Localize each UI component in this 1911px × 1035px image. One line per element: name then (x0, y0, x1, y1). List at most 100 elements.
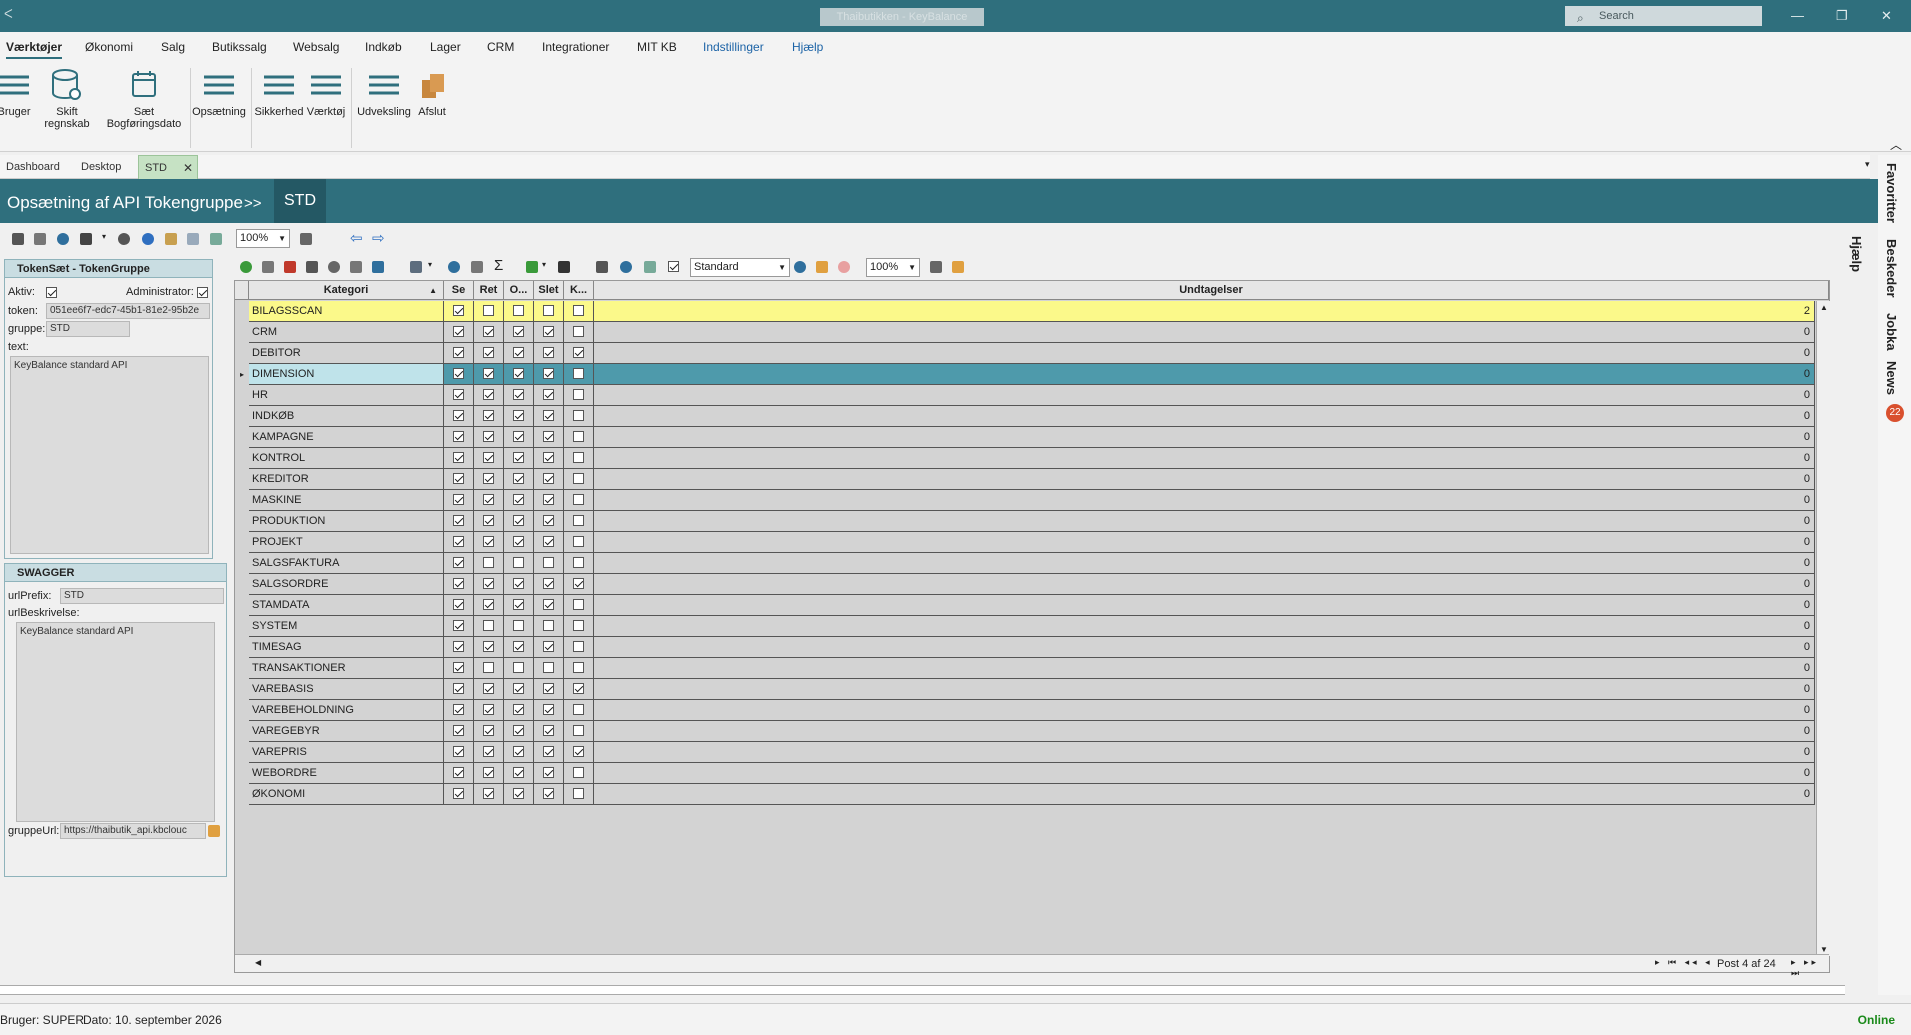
cell-o[interactable] (504, 679, 534, 700)
cell-o[interactable] (504, 322, 534, 343)
cell-ret[interactable] (474, 490, 504, 511)
cell-undtagelser[interactable]: 0 (594, 343, 1815, 364)
table-row[interactable]: TRANSAKTIONER 0 (235, 658, 1829, 679)
column-header-se[interactable]: Se (444, 281, 474, 300)
column-header-ret[interactable]: Ret (474, 281, 504, 300)
se-checkbox[interactable] (453, 326, 464, 337)
cell-slet[interactable] (534, 343, 564, 364)
cell-o[interactable] (504, 700, 534, 721)
bruger-button[interactable]: Bruger (0, 68, 34, 118)
cell-slet[interactable] (534, 784, 564, 805)
kk-checkbox[interactable] (573, 641, 584, 652)
cell-o[interactable] (504, 637, 534, 658)
remove-layout-icon[interactable] (838, 261, 850, 273)
cell-undtagelser[interactable]: 0 (594, 721, 1815, 742)
cell-se[interactable] (444, 406, 474, 427)
cell-se[interactable] (444, 385, 474, 406)
urlbeskrivelse-area[interactable]: KeyBalance standard API (16, 622, 215, 822)
cell-ret[interactable] (474, 322, 504, 343)
menu-indstillinger[interactable]: Indstillinger (703, 40, 764, 54)
cell-o[interactable] (504, 511, 534, 532)
kk-checkbox[interactable] (573, 410, 584, 421)
cell-o[interactable] (504, 385, 534, 406)
cell-o[interactable] (504, 532, 534, 553)
copy-icon[interactable] (165, 233, 177, 245)
se-checkbox[interactable] (453, 599, 464, 610)
print-preview-icon[interactable] (952, 261, 964, 273)
vertical-scrollbar[interactable]: ▲ ▼ (1816, 301, 1830, 956)
cell-slet[interactable] (534, 511, 564, 532)
o-checkbox[interactable] (513, 410, 524, 421)
cell-o[interactable] (504, 742, 534, 763)
kk-checkbox[interactable] (573, 494, 584, 505)
cell-kategori[interactable]: VAREGEBYR (249, 721, 444, 742)
kk-checkbox[interactable] (573, 515, 584, 526)
slet-checkbox[interactable] (543, 599, 554, 610)
kk-checkbox[interactable] (573, 452, 584, 463)
open-url-icon[interactable] (208, 825, 220, 837)
lock-icon[interactable] (12, 233, 24, 245)
cell-kategori[interactable]: PROJEKT (249, 532, 444, 553)
cell-kk[interactable] (564, 742, 594, 763)
cell-ret[interactable] (474, 637, 504, 658)
o-checkbox[interactable] (513, 788, 524, 799)
maximize-button[interactable]: ❐ (1836, 8, 1848, 24)
cell-kk[interactable] (564, 784, 594, 805)
ret-checkbox[interactable] (483, 536, 494, 547)
tab-dashboard[interactable]: Dashboard (0, 155, 66, 179)
cell-undtagelser[interactable]: 0 (594, 763, 1815, 784)
cell-ret[interactable] (474, 574, 504, 595)
save-layout-icon[interactable] (816, 261, 828, 273)
table-row[interactable]: SALGSFAKTURA 0 (235, 553, 1829, 574)
slet-checkbox[interactable] (543, 494, 554, 505)
cell-undtagelser[interactable]: 0 (594, 427, 1815, 448)
table-row[interactable]: ▸ DIMENSION 0 (235, 364, 1829, 385)
slet-checkbox[interactable] (543, 473, 554, 484)
o-checkbox[interactable] (513, 662, 524, 673)
cell-kategori[interactable]: KAMPAGNE (249, 427, 444, 448)
cell-se[interactable] (444, 490, 474, 511)
kk-checkbox[interactable] (573, 431, 584, 442)
ret-checkbox[interactable] (483, 557, 494, 568)
o-checkbox[interactable] (513, 326, 524, 337)
cell-se[interactable] (444, 700, 474, 721)
cell-se[interactable] (444, 595, 474, 616)
aktiv-checkbox[interactable] (46, 287, 57, 298)
ret-checkbox[interactable] (483, 683, 494, 694)
o-checkbox[interactable] (513, 599, 524, 610)
bug-icon[interactable] (118, 233, 130, 245)
slet-checkbox[interactable] (543, 515, 554, 526)
tabs-dropdown-icon[interactable]: ▾ (1865, 159, 1870, 170)
table-row[interactable]: ØKONOMI 0 (235, 784, 1829, 805)
slet-checkbox[interactable] (543, 746, 554, 757)
vaerktoj-button[interactable]: Værktøj (306, 68, 346, 118)
kk-checkbox[interactable] (573, 704, 584, 715)
kk-checkbox[interactable] (573, 473, 584, 484)
columns-icon[interactable] (372, 261, 384, 273)
cell-o[interactable] (504, 553, 534, 574)
o-checkbox[interactable] (513, 494, 524, 505)
slet-checkbox[interactable] (543, 536, 554, 547)
cell-se[interactable] (444, 511, 474, 532)
cell-slet[interactable] (534, 742, 564, 763)
sum-icon[interactable]: Σ (494, 257, 503, 274)
cell-o[interactable] (504, 763, 534, 784)
se-checkbox[interactable] (453, 452, 464, 463)
kk-checkbox[interactable] (573, 620, 584, 631)
cell-kk[interactable] (564, 406, 594, 427)
se-checkbox[interactable] (453, 536, 464, 547)
column-header-undtagelser[interactable]: Undtagelser (594, 281, 1829, 300)
se-checkbox[interactable] (453, 767, 464, 778)
sidebar-favoritter[interactable]: Favoritter (1884, 163, 1899, 223)
ret-checkbox[interactable] (483, 662, 494, 673)
cell-se[interactable] (444, 364, 474, 385)
refresh-icon[interactable] (57, 233, 69, 245)
cell-ret[interactable] (474, 427, 504, 448)
kk-checkbox[interactable] (573, 557, 584, 568)
menu-integrationer[interactable]: Integrationer (542, 40, 609, 54)
cell-kk[interactable] (564, 511, 594, 532)
o-checkbox[interactable] (513, 305, 524, 316)
cell-se[interactable] (444, 427, 474, 448)
slet-checkbox[interactable] (543, 704, 554, 715)
cell-ret[interactable] (474, 721, 504, 742)
